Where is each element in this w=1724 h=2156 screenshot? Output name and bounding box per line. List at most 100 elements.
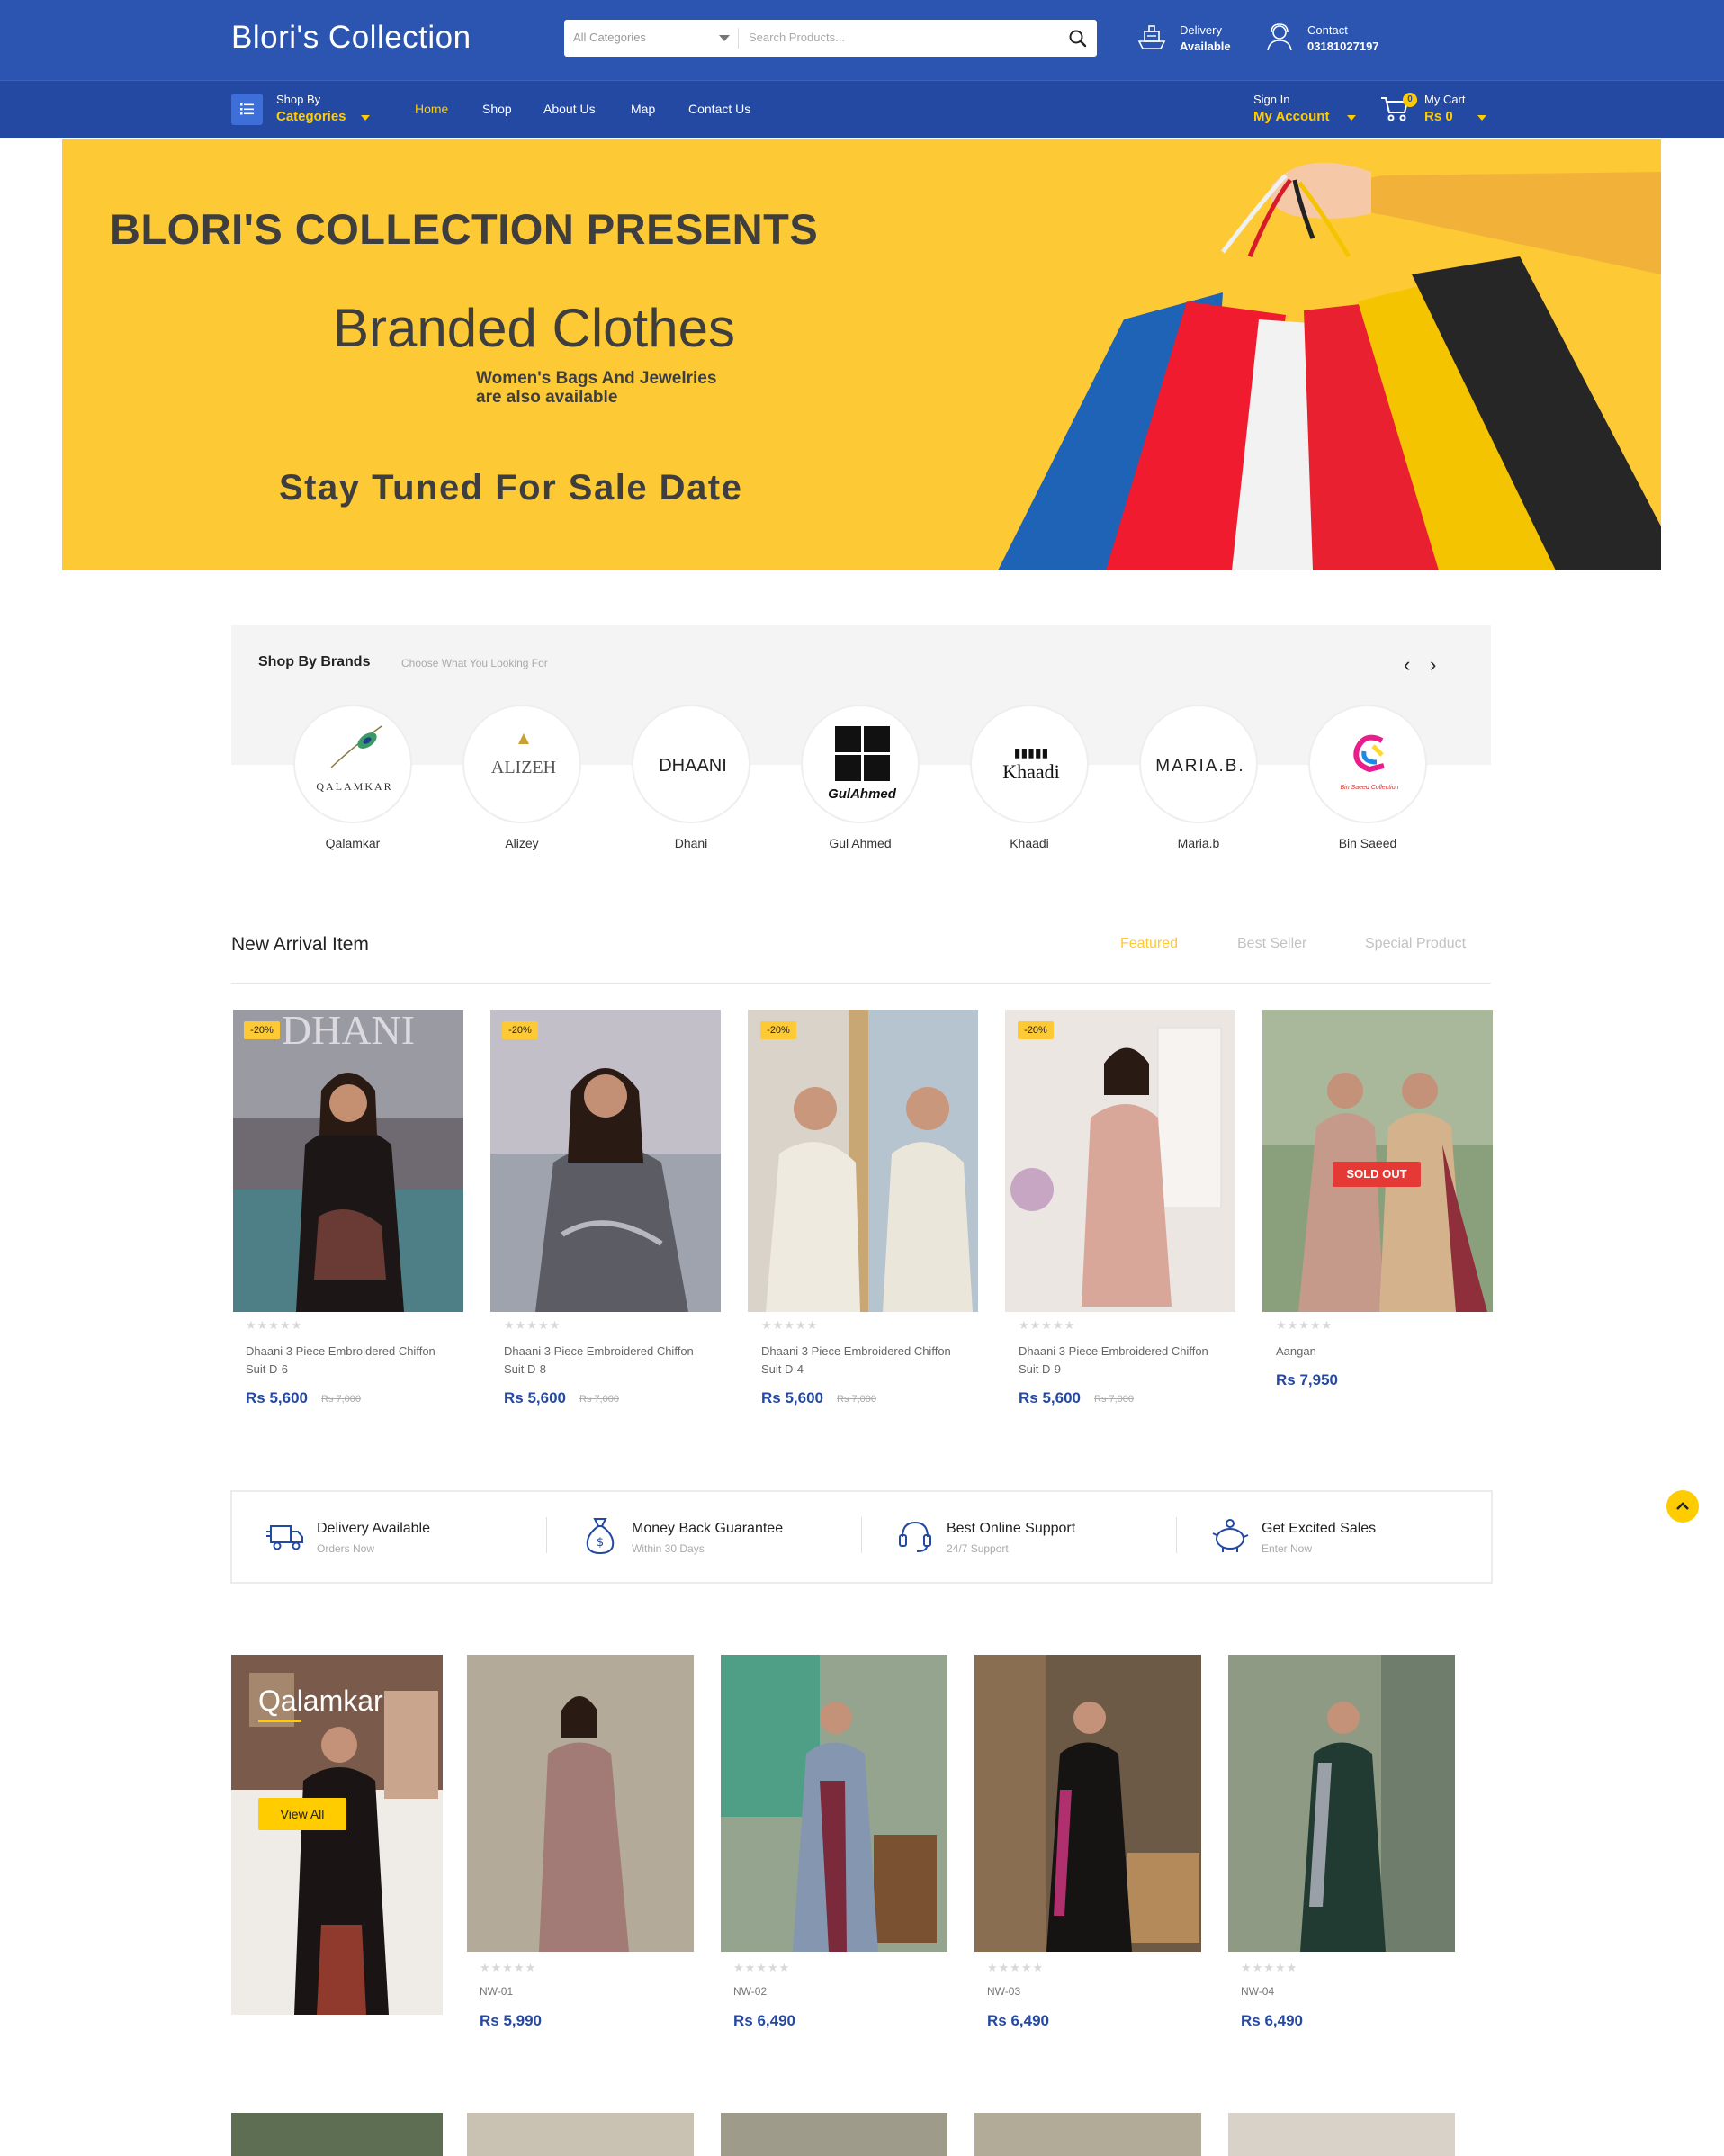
old-price: Rs 7,000 (1094, 1394, 1135, 1405)
sold-out-badge: SOLD OUT (1333, 1162, 1421, 1187)
svg-text:MARIA.B.: MARIA.B. (1155, 757, 1244, 776)
product-image[interactable] (721, 2113, 947, 2156)
product-image[interactable]: DHANI (233, 1010, 463, 1312)
product-price: Rs 5,600 (504, 1389, 566, 1406)
product-image[interactable] (490, 1010, 721, 1312)
divider (546, 1517, 547, 1553)
hero-heading: BLORI'S COLLECTION PRESENTS (110, 205, 819, 253)
product-name[interactable]: Dhaani 3 Piece Embroidered Chiffon Suit … (761, 1343, 959, 1379)
search-icon[interactable] (1064, 25, 1091, 52)
brand-logo-gul-ahmed[interactable]: GulAhmed (801, 705, 920, 823)
rating-stars: ★★★★★ (1019, 1318, 1076, 1332)
product-image[interactable] (974, 1655, 1201, 1952)
product-code[interactable]: NW-03 (987, 1985, 1020, 1998)
tab-best-seller[interactable]: Best Seller (1237, 936, 1306, 952)
feature-subtitle: Orders Now (317, 1542, 375, 1555)
product-name[interactable]: Dhaani 3 Piece Embroidered Chiffon Suit … (1019, 1343, 1217, 1379)
old-price: Rs 7,000 (321, 1394, 362, 1405)
product-image[interactable] (467, 1655, 694, 1952)
rating-stars: ★★★★★ (987, 1961, 1045, 1974)
svg-text:GulAhmed: GulAhmed (828, 786, 897, 802)
svg-text:DHANI: DHANI (282, 1010, 415, 1053)
categories-dropdown[interactable]: Categories (276, 109, 346, 124)
nav-about-us[interactable]: About Us (543, 102, 596, 116)
sign-in-link[interactable]: Sign In (1253, 93, 1289, 106)
brand-name[interactable]: Dhani (619, 836, 763, 850)
product-image[interactable] (1228, 1655, 1455, 1952)
brand-name[interactable]: Khaadi (957, 836, 1101, 850)
rating-stars: ★★★★★ (761, 1318, 819, 1332)
maria-b-logo: MARIA.B. (1155, 757, 1244, 776)
nav-map[interactable]: Map (631, 102, 655, 116)
contact-phone[interactable]: 03181027197 (1307, 40, 1379, 53)
my-account-dropdown[interactable]: My Account (1253, 109, 1329, 124)
product-image[interactable] (748, 1010, 978, 1312)
discount-badge: -20% (502, 1021, 538, 1039)
svg-text:Khaadi: Khaadi (1002, 760, 1060, 783)
product-image[interactable] (1262, 1010, 1493, 1312)
prev-arrow-icon[interactable]: ‹ (1404, 653, 1410, 677)
brand-logo-dhani[interactable]: DHAANI (632, 705, 750, 823)
headset-icon (899, 1521, 931, 1552)
tab-featured[interactable]: Featured (1120, 936, 1178, 952)
svg-text:$: $ (597, 1536, 604, 1550)
brand-name[interactable]: Bin Saeed (1296, 836, 1440, 850)
dhaani-logo: DHAANI (659, 756, 727, 776)
product-name[interactable]: Aangan (1276, 1343, 1474, 1361)
rating-stars: ★★★★★ (246, 1318, 303, 1332)
product-code[interactable]: NW-01 (480, 1985, 513, 1998)
tab-special-product[interactable]: Special Product (1365, 936, 1466, 952)
category-select[interactable]: All Categories (573, 31, 646, 44)
svg-text:ALIZEH: ALIZEH (491, 758, 556, 777)
brand-name[interactable]: Qalamkar (281, 836, 425, 850)
contact-label: Contact (1307, 23, 1348, 37)
feature-title: Money Back Guarantee (632, 1521, 784, 1536)
site-logo[interactable]: Blori's Collection (231, 20, 471, 56)
product-name[interactable]: Dhaani 3 Piece Embroidered Chiffon Suit … (504, 1343, 702, 1379)
nav-home[interactable]: Home (415, 102, 448, 116)
product-code[interactable]: NW-02 (733, 1985, 767, 1998)
my-cart-label[interactable]: My Cart (1424, 93, 1466, 106)
chevron-down-icon[interactable] (1477, 115, 1486, 121)
next-section-banner[interactable] (231, 2113, 443, 2156)
truck-icon (266, 1525, 303, 1550)
next-arrow-icon[interactable]: › (1430, 653, 1436, 677)
product-price: Rs 7,950 (1276, 1371, 1338, 1388)
list-icon (240, 103, 254, 115)
old-price: Rs 7,000 (837, 1394, 877, 1405)
brand-name[interactable]: Alizey (450, 836, 594, 850)
product-name[interactable]: Dhaani 3 Piece Embroidered Chiffon Suit … (246, 1343, 444, 1379)
cart-total: Rs 0 (1424, 109, 1453, 124)
gul-ahmed-logo: GulAhmed (828, 726, 897, 802)
product-image[interactable] (1005, 1010, 1235, 1312)
product-image[interactable] (721, 1655, 947, 1952)
svg-text:DHAANI: DHAANI (659, 756, 727, 776)
product-image[interactable] (467, 2113, 694, 2156)
brand-logo-khaadi[interactable]: ▮▮▮▮▮ Khaadi (970, 705, 1089, 823)
brand-name[interactable]: Maria.b (1127, 836, 1271, 850)
rating-stars: ★★★★★ (1276, 1318, 1333, 1332)
product-image[interactable] (974, 2113, 1201, 2156)
search-bar[interactable]: All Categories Search Products... (564, 20, 1097, 57)
rating-stars: ★★★★★ (733, 1961, 791, 1974)
product-image[interactable] (1228, 2113, 1455, 2156)
discount-badge: -20% (244, 1021, 280, 1039)
nav-contact-us[interactable]: Contact Us (688, 102, 750, 116)
brand-logo-alizey[interactable]: ALIZEH (462, 705, 581, 823)
hero-cta-text: Stay Tuned For Sale Date (279, 468, 743, 508)
view-all-button[interactable]: View All (258, 1798, 346, 1830)
categories-menu-button[interactable] (231, 94, 263, 125)
brand-logo-qalamkar[interactable]: QALAMKAR (293, 705, 412, 823)
nav-shop[interactable]: Shop (482, 102, 512, 116)
brand-logo-bin-saeed[interactable]: Bin Saeed Collection (1308, 705, 1427, 823)
brand-name[interactable]: Gul Ahmed (788, 836, 932, 850)
rating-stars: ★★★★★ (504, 1318, 561, 1332)
feature-title: Delivery Available (317, 1521, 430, 1536)
search-input[interactable]: Search Products... (749, 31, 845, 44)
product-code[interactable]: NW-04 (1241, 1985, 1274, 1998)
khaadi-logo: ▮▮▮▮▮ Khaadi (1002, 746, 1060, 783)
brand-logo-maria-b[interactable]: MARIA.B. (1139, 705, 1258, 823)
scroll-to-top-button[interactable] (1666, 1490, 1699, 1523)
bin-saeed-logo: Bin Saeed Collection (1341, 734, 1399, 791)
hero-subtitle: Women's Bags And Jewelries are also avai… (476, 369, 717, 407)
